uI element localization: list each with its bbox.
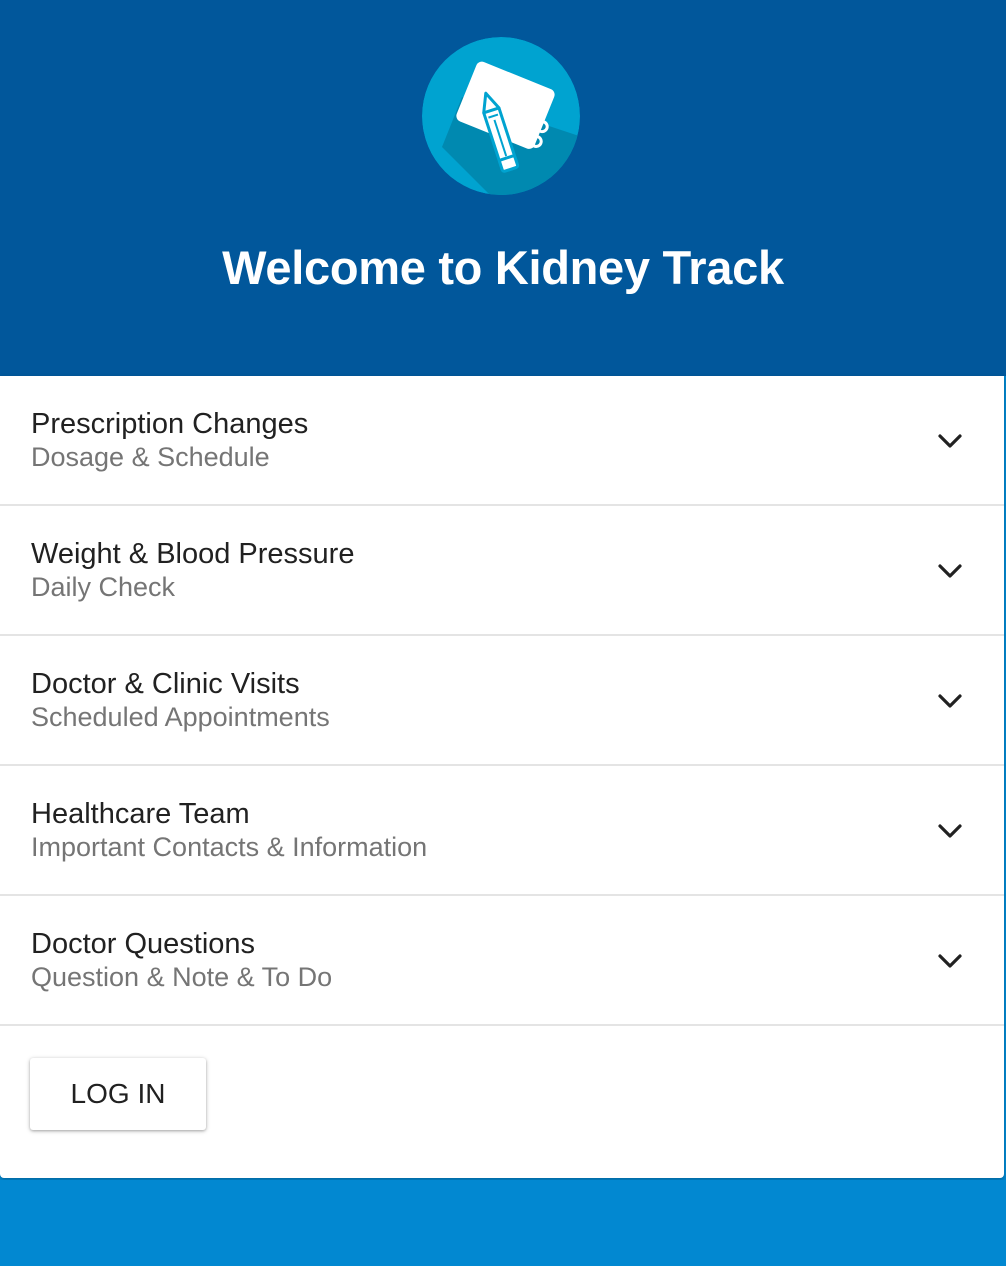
footer-bar	[0, 1180, 1006, 1266]
app-header: Welcome to Kidney Track	[0, 0, 1006, 376]
chevron-down-icon[interactable]	[937, 822, 963, 840]
menu-item-prescription-changes[interactable]: Prescription Changes Dosage & Schedule	[0, 376, 1004, 506]
chevron-down-icon[interactable]	[937, 432, 963, 450]
page-title: Welcome to Kidney Track	[222, 241, 784, 294]
menu-item-subtitle: Question & Note & To Do	[31, 962, 333, 992]
menu-item-title: Doctor & Clinic Visits	[31, 668, 300, 700]
menu-item-doctor-questions[interactable]: Doctor Questions Question & Note & To Do	[0, 896, 1004, 1026]
menu-panel: Prescription Changes Dosage & Schedule W…	[0, 376, 1004, 1178]
menu-item-healthcare-team[interactable]: Healthcare Team Important Contacts & Inf…	[0, 766, 1004, 896]
menu-item-subtitle: Scheduled Appointments	[31, 702, 330, 732]
menu-item-doctor-clinic-visits[interactable]: Doctor & Clinic Visits Scheduled Appoint…	[0, 636, 1004, 766]
chevron-down-icon[interactable]	[937, 692, 963, 710]
menu-item-weight-blood-pressure[interactable]: Weight & Blood Pressure Daily Check	[0, 506, 1004, 636]
menu-item-subtitle: Daily Check	[31, 572, 176, 602]
menu-item-subtitle: Dosage & Schedule	[31, 442, 270, 472]
chevron-down-icon[interactable]	[937, 952, 963, 970]
login-button[interactable]: LOG IN	[30, 1058, 206, 1130]
chevron-down-icon[interactable]	[937, 562, 963, 580]
menu-item-title: Weight & Blood Pressure	[31, 538, 355, 570]
menu-item-title: Prescription Changes	[31, 408, 309, 440]
notepad-pencil-icon	[422, 37, 580, 195]
menu-item-subtitle: Important Contacts & Information	[31, 832, 428, 862]
menu-item-title: Healthcare Team	[31, 798, 250, 830]
menu-item-title: Doctor Questions	[31, 928, 256, 960]
